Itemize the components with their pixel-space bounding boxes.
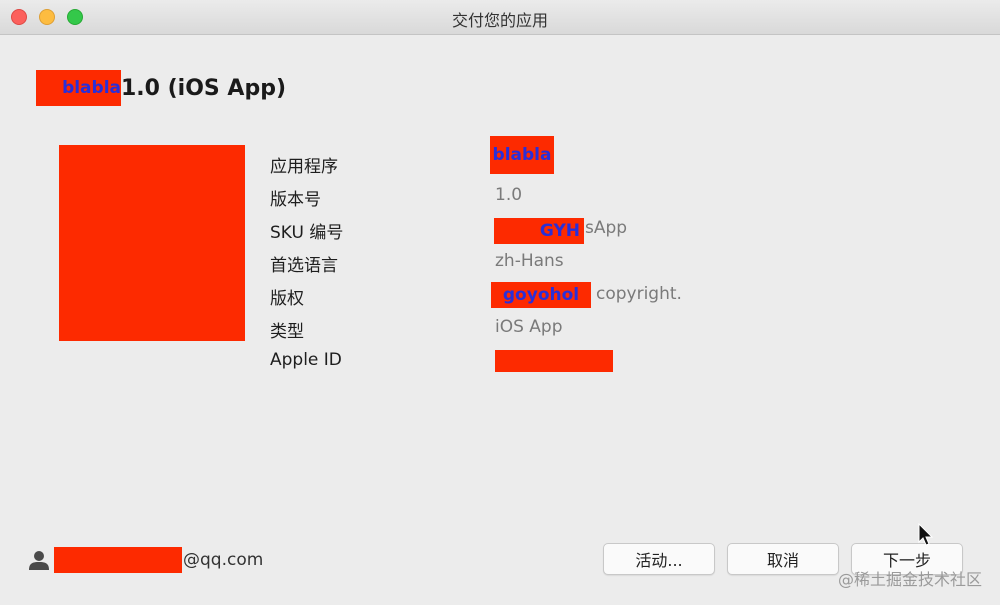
user-icon bbox=[29, 551, 49, 570]
value-sku-suffix: sApp bbox=[585, 218, 628, 238]
app-icon-redacted bbox=[59, 145, 245, 341]
deliver-app-window: 交付您的应用 blabla 1.0 (iOS App) 应用程序 版本号 SKU… bbox=[0, 0, 1000, 605]
value-apple-id-redacted bbox=[495, 350, 613, 372]
app-heading: blabla 1.0 (iOS App) bbox=[36, 70, 286, 106]
account-info: @qq.com bbox=[28, 546, 263, 574]
value-app-redacted: blabla bbox=[490, 136, 554, 174]
label-language: 首选语言 bbox=[270, 256, 338, 276]
label-type: 类型 bbox=[270, 322, 304, 342]
label-version: 版本号 bbox=[270, 190, 321, 210]
value-version: 1.0 bbox=[495, 185, 523, 205]
email-suffix: @qq.com bbox=[183, 550, 264, 570]
mouse-cursor-icon bbox=[918, 523, 934, 546]
value-sku-redacted: GYH bbox=[494, 218, 584, 244]
app-name-redacted: blabla bbox=[36, 70, 121, 106]
window-title: 交付您的应用 bbox=[451, 11, 548, 30]
title-bar: 交付您的应用 bbox=[0, 0, 1000, 35]
value-type: iOS App bbox=[495, 317, 563, 337]
email-redacted bbox=[54, 547, 182, 573]
activity-button[interactable]: 活动... bbox=[603, 543, 715, 575]
label-sku: SKU 编号 bbox=[270, 223, 344, 243]
value-copyright-suffix: copyright. bbox=[596, 284, 682, 304]
app-version-type: 1.0 (iOS App) bbox=[121, 75, 287, 101]
value-copyright-redacted: goyohol bbox=[491, 282, 591, 308]
cancel-button[interactable]: 取消 bbox=[727, 543, 839, 575]
label-copyright: 版权 bbox=[270, 289, 304, 309]
label-apple-id: Apple ID bbox=[270, 350, 342, 370]
watermark: @稀土掘金技术社区 bbox=[837, 570, 982, 589]
label-app: 应用程序 bbox=[270, 157, 338, 177]
value-language: zh-Hans bbox=[495, 251, 564, 271]
